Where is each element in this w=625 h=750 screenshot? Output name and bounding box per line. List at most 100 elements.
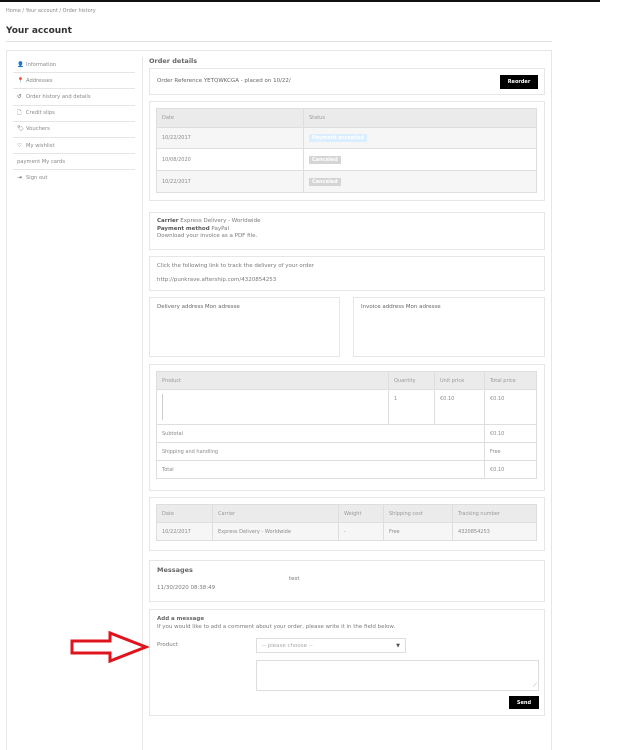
top-bar xyxy=(0,0,600,2)
shipping-row: Shipping and handling Free xyxy=(156,442,537,461)
sidebar-item-label: payment My cards xyxy=(17,158,66,165)
status-date: 10/22/2017 xyxy=(156,170,304,193)
col-carrier: Carrier xyxy=(212,504,339,523)
status-cell: Payment accepted xyxy=(303,127,537,149)
subtotal-row: Subtotal €0.10 xyxy=(156,424,537,443)
total-row: Total €0.10 xyxy=(156,460,537,479)
status-badge: Canceled xyxy=(309,155,341,164)
invoice-pdf-link[interactable]: Download your invoice as a PDF file. xyxy=(157,233,537,241)
total-label: Total xyxy=(156,460,485,479)
sidebar-item-label: Vouchers xyxy=(26,126,50,133)
subtotal-label: Subtotal xyxy=(156,424,485,443)
col-weight: Weight xyxy=(338,504,384,523)
order-details-heading: Order details xyxy=(149,57,198,65)
message-date: 11/30/2020 08:38:49 xyxy=(157,585,216,591)
delivery-address-box: Delivery address Mon adresse xyxy=(149,297,340,357)
product-select[interactable]: -- please choose -- ▼ xyxy=(256,638,406,653)
breadcrumb[interactable]: Home / Your account / Order history xyxy=(6,8,96,14)
tracking-text: Click the following link to track the de… xyxy=(157,263,315,269)
ship-tracking: 4320854253 xyxy=(452,522,537,541)
sidebar-item-vouchers[interactable]: 🏷 Vouchers xyxy=(13,122,135,138)
total-value: €0.10 xyxy=(484,460,537,479)
shipping-label: Shipping and handling xyxy=(156,442,485,461)
sidebar-item-my-wishlist[interactable]: ♡ My wishlist xyxy=(13,138,135,155)
tags-icon: 🏷 xyxy=(17,126,24,133)
sidebar-item-label: Credit slips xyxy=(26,110,55,117)
sidebar-item-addresses[interactable]: 📍 Addresses xyxy=(13,73,135,90)
status-row: 10/22/2017 Payment accepted xyxy=(156,127,537,149)
add-message-box: Add a message If you would like to add a… xyxy=(149,609,545,716)
messages-heading: Messages xyxy=(157,566,193,574)
sidebar-item-information[interactable]: 👤 Information xyxy=(13,57,135,74)
ship-carrier: Express Delivery - Worldwide xyxy=(212,522,339,541)
resize-handle-icon[interactable]: ⟋ xyxy=(533,682,537,690)
user-icon: 👤 xyxy=(17,61,24,68)
add-message-heading: Add a message xyxy=(157,616,205,622)
shipping-row: 10/22/2017 Express Delivery - Worldwide - F… xyxy=(156,522,537,541)
history-icon: ↺ xyxy=(17,93,22,100)
col-unit-price: Unit price xyxy=(434,371,485,390)
col-shipping-cost: Shipping cost xyxy=(383,504,453,523)
sign-out-icon: ⇥ xyxy=(17,175,22,182)
col-tracking: Tracking number xyxy=(452,504,537,523)
product-select-value: -- please choose -- xyxy=(262,642,313,649)
sidebar-item-payment-my-cards[interactable]: payment My cards xyxy=(13,154,135,171)
invoice-address-title: Invoice address Mon adresse xyxy=(361,304,441,310)
sidebar-item-sign-out[interactable]: ⇥ Sign out xyxy=(13,170,135,186)
product-unit-price: €0.10 xyxy=(434,389,485,425)
caret-down-icon: ▼ xyxy=(396,642,400,649)
reorder-button[interactable]: Reorder xyxy=(500,75,538,89)
shipping-value: Free xyxy=(484,442,537,461)
status-cell: Canceled xyxy=(303,148,537,171)
message-textarea[interactable]: ⟋ xyxy=(256,660,539,691)
divider xyxy=(6,41,552,42)
carrier-label: Carrier xyxy=(157,218,179,224)
order-reference: Order Reference YETQWKCGA - placed on 10… xyxy=(157,78,291,84)
sidebar-item-credit-slips[interactable]: 🗋 Credit slips xyxy=(13,106,135,122)
status-date: 10/22/2017 xyxy=(156,127,304,149)
status-row: 10/22/2017 Canceled xyxy=(156,170,537,193)
status-badge: Payment accepted xyxy=(309,134,367,142)
product-row: 1 €0.10 €0.10 xyxy=(156,389,537,425)
col-date: Date xyxy=(156,504,213,523)
sidebar-item-label: Addresses xyxy=(26,77,53,84)
ship-cost: Free xyxy=(383,522,453,541)
delivery-address-title: Delivery address Mon adresse xyxy=(157,304,240,310)
subtotal-value: €0.10 xyxy=(484,424,537,443)
products-table: Product Quantity Unit price Total price 1 €0… xyxy=(156,371,537,479)
status-date: 10/08/2020 xyxy=(156,148,304,171)
messages-box: Messages test 11/30/2020 08:38:49 xyxy=(149,560,545,602)
file-icon: 🗋 xyxy=(17,109,22,116)
sidebar: 👤 Information 📍 Addresses ↺ Order history and… xyxy=(13,57,135,187)
message-text: test xyxy=(289,576,300,582)
order-reference-box: Order Reference YETQWKCGA - placed on 10… xyxy=(149,68,545,95)
col-total-price: Total price xyxy=(484,371,537,390)
col-date: Date xyxy=(156,108,304,128)
carrier-payment-box: Carrier Express Delivery - Worldwide Pay… xyxy=(149,212,545,250)
order-status-table: Date Status 10/22/2017 Payment accepted 10/… xyxy=(156,108,537,193)
status-badge: Canceled xyxy=(309,177,341,186)
tracking-box: Click the following link to track the de… xyxy=(149,256,545,291)
heart-icon: ♡ xyxy=(17,142,22,149)
red-arrow-annotation xyxy=(70,630,150,664)
ship-date: 10/22/2017 xyxy=(156,522,213,541)
product-total-price: €0.10 xyxy=(484,389,537,425)
product-image-placeholder xyxy=(162,394,163,420)
sidebar-item-label: My wishlist xyxy=(26,142,55,149)
invoice-address-box: Invoice address Mon adresse xyxy=(353,297,545,357)
sidebar-item-order-history-and-details[interactable]: ↺ Order history and details xyxy=(13,89,135,106)
status-cell: Canceled xyxy=(303,170,537,193)
ship-weight: - xyxy=(338,522,384,541)
payment-label: Payment method xyxy=(157,225,210,232)
carrier-value: Express Delivery - Worldwide xyxy=(180,218,261,224)
product-qty: 1 xyxy=(388,389,435,425)
sidebar-item-label: Sign out xyxy=(26,175,48,182)
sidebar-item-label: Order history and details xyxy=(26,93,91,100)
tracking-link[interactable]: http://punkrave.aftership.com/4320854253 xyxy=(157,277,276,283)
add-message-hint: If you would like to add a comment about… xyxy=(157,624,396,630)
sidebar-item-label: Information xyxy=(26,61,57,68)
send-button[interactable]: Send xyxy=(509,696,539,709)
col-quantity: Quantity xyxy=(388,371,435,390)
map-pin-icon: 📍 xyxy=(17,77,24,84)
col-status: Status xyxy=(303,108,537,128)
